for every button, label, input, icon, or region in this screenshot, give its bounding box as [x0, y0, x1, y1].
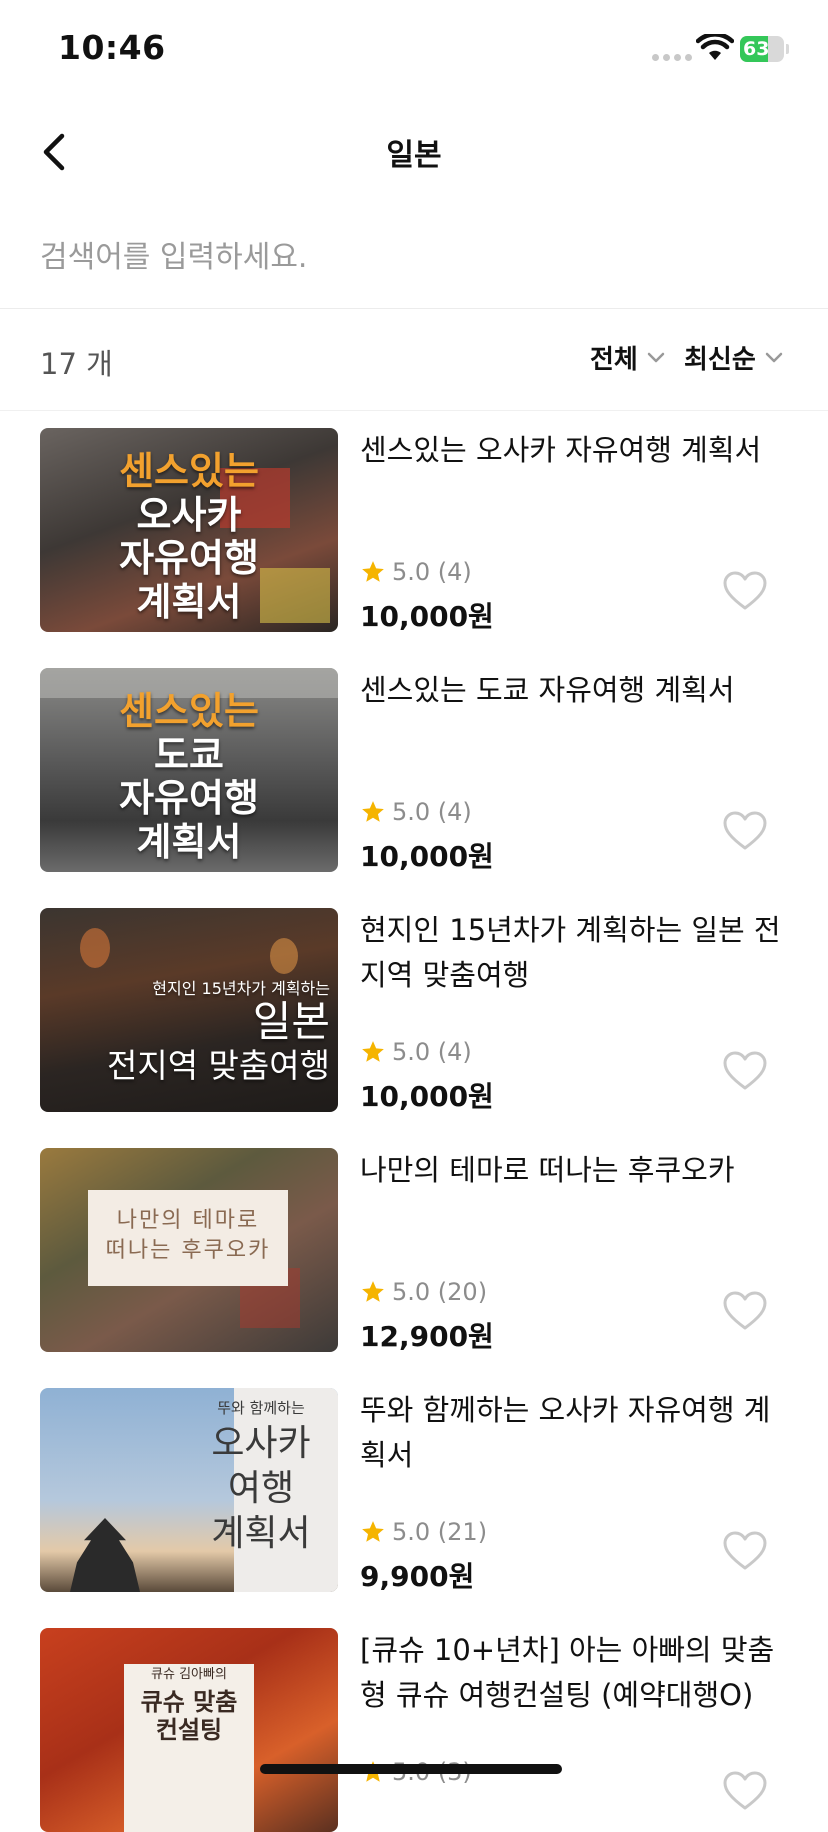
price: 10,000원 — [360, 600, 494, 633]
thumbnail-text: 현지인 15년차가 계획하는 — [152, 979, 330, 998]
thumbnail-text: 계획서 — [136, 580, 242, 625]
product-thumbnail: 뚜와 함께하는 오사카 여행 계획서 — [40, 1388, 338, 1592]
status-bar: 10:46 63 — [0, 0, 828, 100]
heart-icon[interactable] — [722, 810, 768, 852]
list-item[interactable]: 센스있는 도쿄 자유여행 계획서 센스있는 도쿄 자유여행 계획서 5.0 (4… — [0, 668, 828, 873]
product-thumbnail: 나만의 테마로 떠나는 후쿠오카 — [40, 1148, 338, 1352]
item-title: 현지인 15년차가 계획하는 일본 전지역 맞춤여행 — [360, 913, 781, 992]
rating-text: 5.0 (4) — [392, 558, 472, 586]
item-title: 센스있는 오사카 자유여행 계획서 — [360, 433, 762, 467]
thumbnail-text: 계획서 — [136, 820, 242, 865]
product-thumbnail: 큐슈 김아빠의 큐슈 맞춤 컨설팅 — [40, 1628, 338, 1832]
price: 12,900원 — [360, 1320, 494, 1353]
item-title: 뚜와 함께하는 오사카 자유여행 계획서 — [360, 1393, 771, 1472]
thumbnail-text: 센스있는 — [119, 449, 259, 493]
list-item[interactable]: 현지인 15년차가 계획하는 일본 전지역 맞춤여행 현지인 15년차가 계획하… — [0, 908, 828, 1113]
rating-text: 5.0 (20) — [392, 1278, 488, 1306]
thumbnail-text: 큐슈 김아빠의 — [151, 1667, 227, 1682]
star-icon — [362, 1521, 384, 1542]
thumbnail-text: 전지역 맞춤여행 — [106, 1045, 330, 1085]
chevron-down-icon — [647, 352, 665, 362]
star-icon — [362, 561, 384, 582]
thumbnail-text: 큐슈 맞춤 — [140, 1687, 238, 1716]
rating: 5.0 (4) — [360, 798, 472, 826]
cellular-signal-icon — [652, 54, 692, 61]
thumbnail-text: 컨설팅 — [155, 1715, 223, 1744]
rating: 5.0 (20) — [360, 1278, 487, 1306]
search-bar — [0, 210, 828, 309]
heart-icon[interactable] — [722, 1290, 768, 1332]
product-thumbnail: 현지인 15년차가 계획하는 일본 전지역 맞춤여행 — [40, 908, 338, 1112]
sort-dropdown[interactable]: 최신순 — [684, 339, 784, 376]
list-item[interactable]: 뚜와 함께하는 오사카 여행 계획서 뚜와 함께하는 오사카 자유여행 계획서 … — [0, 1388, 828, 1593]
rating-text: 5.0 (4) — [392, 798, 472, 826]
thumbnail-text: 자유여행 — [119, 776, 259, 821]
category-dropdown[interactable]: 전체 — [590, 339, 666, 376]
sort-label: 최신순 — [684, 345, 756, 375]
battery-icon: 63 — [740, 36, 790, 62]
list-item[interactable]: 큐슈 김아빠의 큐슈 맞춤 컨설팅 [큐슈 10+년차] 아는 아빠의 맞춤형 … — [0, 1628, 828, 1832]
item-title: [큐슈 10+년차] 아는 아빠의 맞춤형 큐슈 여행컨설팅 (예약대행O) — [360, 1633, 775, 1712]
thumbnail-text: 계획서 — [211, 1513, 311, 1555]
list-item[interactable]: 센스있는 오사카 자유여행 계획서 센스있는 오사카 자유여행 계획서 5.0 … — [0, 428, 828, 633]
price: 9,900원 — [360, 1560, 475, 1593]
result-count: 17 개 — [40, 347, 113, 381]
rating: 5.0 (4) — [360, 558, 472, 586]
heart-icon[interactable] — [722, 1770, 768, 1812]
category-label: 전체 — [590, 345, 638, 375]
thumbnail-text: 떠나는 후쿠오카 — [105, 1237, 271, 1263]
thumbnail-text: 나만의 테마로 — [116, 1208, 260, 1233]
thumbnail-text: 뚜와 함께하는 — [217, 1399, 305, 1417]
rating: 5.0 (4) — [360, 1038, 472, 1066]
item-title: 나만의 테마로 떠나는 후쿠오카 — [360, 1153, 735, 1187]
thumbnail-text: 센스있는 — [119, 689, 259, 733]
rating-text: 5.0 (21) — [392, 1518, 488, 1546]
battery-level: 63 — [743, 38, 770, 60]
thumbnail-text: 일본 — [252, 997, 330, 1047]
thumbnail-text: 도쿄 — [154, 732, 224, 777]
navigation-bar: 일본 — [0, 100, 828, 204]
page-title: 일본 — [386, 138, 442, 173]
heart-icon[interactable] — [722, 570, 768, 612]
item-title: 센스있는 도쿄 자유여행 계획서 — [360, 673, 735, 707]
list-item[interactable]: 나만의 테마로 떠나는 후쿠오카 나만의 테마로 떠나는 후쿠오카 5.0 (2… — [0, 1148, 828, 1353]
thumbnail-text: 여행 — [227, 1468, 295, 1510]
star-icon — [362, 1281, 384, 1302]
heart-icon[interactable] — [722, 1050, 768, 1092]
chevron-down-icon — [765, 352, 783, 362]
price: 10,000원 — [360, 1080, 494, 1113]
star-icon — [362, 1041, 384, 1062]
search-input[interactable] — [40, 232, 780, 282]
product-thumbnail: 센스있는 도쿄 자유여행 계획서 — [40, 668, 338, 872]
thumbnail-text: 오사카 — [211, 1423, 311, 1465]
rating-text: 5.0 (4) — [392, 1038, 472, 1066]
status-time: 10:46 — [58, 28, 166, 67]
rating: 5.0 (21) — [360, 1518, 487, 1546]
home-indicator — [260, 1764, 562, 1774]
wifi-icon — [696, 34, 734, 60]
thumbnail-text: 자유여행 — [119, 536, 259, 581]
heart-icon[interactable] — [722, 1530, 768, 1572]
star-icon — [362, 801, 384, 822]
thumbnail-text: 오사카 — [136, 492, 242, 537]
filter-row: 17 개 전체 최신순 — [0, 309, 828, 411]
product-thumbnail: 센스있는 오사카 자유여행 계획서 — [40, 428, 338, 632]
price: 10,000원 — [360, 840, 494, 873]
